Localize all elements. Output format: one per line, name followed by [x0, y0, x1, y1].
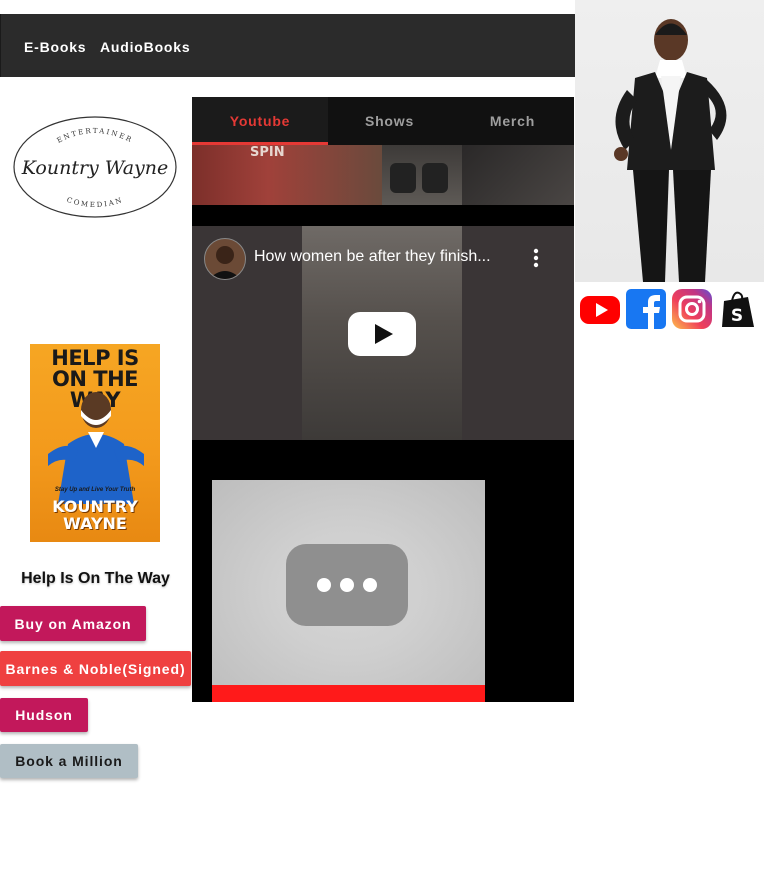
- play-button-icon[interactable]: [348, 312, 416, 356]
- kountry-wayne-logo[interactable]: ENTERTAINER Kountry Wayne COMEDIAN: [12, 114, 178, 220]
- top-navbar: E-Books AudioBooks: [0, 14, 575, 77]
- nav-link-audiobooks[interactable]: AudioBooks: [100, 39, 190, 55]
- svg-text:COMEDIAN: COMEDIAN: [66, 196, 125, 209]
- instagram-icon[interactable]: [672, 289, 712, 329]
- logo-script-text: Kountry Wayne: [21, 157, 169, 179]
- channel-avatar[interactable]: [204, 238, 246, 280]
- tab-youtube[interactable]: Youtube: [192, 97, 328, 145]
- more-options-icon[interactable]: [530, 246, 542, 270]
- thumbnail-2[interactable]: [382, 145, 462, 205]
- author-portrait: [48, 392, 144, 504]
- video-loading-icon: [286, 544, 408, 626]
- youtube-video-player[interactable]: How women be after they finish...: [192, 226, 574, 440]
- thumbnail-3[interactable]: [462, 145, 574, 205]
- shopify-icon[interactable]: S: [718, 289, 758, 329]
- logo-bottom-text: COMEDIAN: [66, 196, 123, 209]
- svg-text:ENTERTAINER: ENTERTAINER: [56, 127, 135, 145]
- buy-books-a-million-button[interactable]: Book a Million: [0, 744, 138, 778]
- tab-shows[interactable]: Shows: [328, 97, 451, 145]
- thumbnail-1[interactable]: SPIN: [192, 145, 382, 205]
- thumbnail-1-text: SPIN: [250, 145, 285, 160]
- buy-amazon-button[interactable]: Buy on Amazon: [0, 606, 146, 641]
- hero-portrait-photo: [575, 0, 764, 282]
- video-red-bar: [212, 685, 485, 702]
- logo-top-text: ENTERTAINER: [56, 127, 133, 145]
- book-name-heading: Help Is On The Way: [21, 570, 170, 587]
- youtube-icon[interactable]: [580, 289, 620, 329]
- svg-text:S: S: [731, 306, 743, 326]
- tab-merch[interactable]: Merch: [451, 97, 574, 145]
- buy-hudson-button[interactable]: Hudson: [0, 698, 88, 732]
- book-cover-author: KOUNTRY WAYNE: [30, 498, 160, 532]
- nav-link-ebooks[interactable]: E-Books: [24, 39, 86, 55]
- video-title[interactable]: How women be after they finish...: [254, 248, 519, 266]
- buy-barnes-noble-button[interactable]: Barnes & Noble(Signed): [0, 651, 191, 686]
- book-cover-author-line2: WAYNE: [63, 514, 127, 533]
- top-strip: [0, 0, 575, 15]
- book-cover-author-line1: KOUNTRY: [52, 497, 138, 516]
- facebook-icon[interactable]: [626, 289, 666, 329]
- media-tabs: Youtube Shows Merch: [192, 97, 574, 145]
- man-in-suit-illustration: [614, 19, 727, 282]
- video-thumbnail-strip: SPIN: [192, 145, 574, 205]
- book-cover-subtitle: Stay Up and Live Your Truth: [54, 487, 136, 493]
- second-video-embed[interactable]: [212, 480, 485, 702]
- book-cover-image[interactable]: HELP IS ON THE WAY Stay Up and Live Your…: [30, 344, 160, 542]
- car-grille-icon: [390, 163, 448, 193]
